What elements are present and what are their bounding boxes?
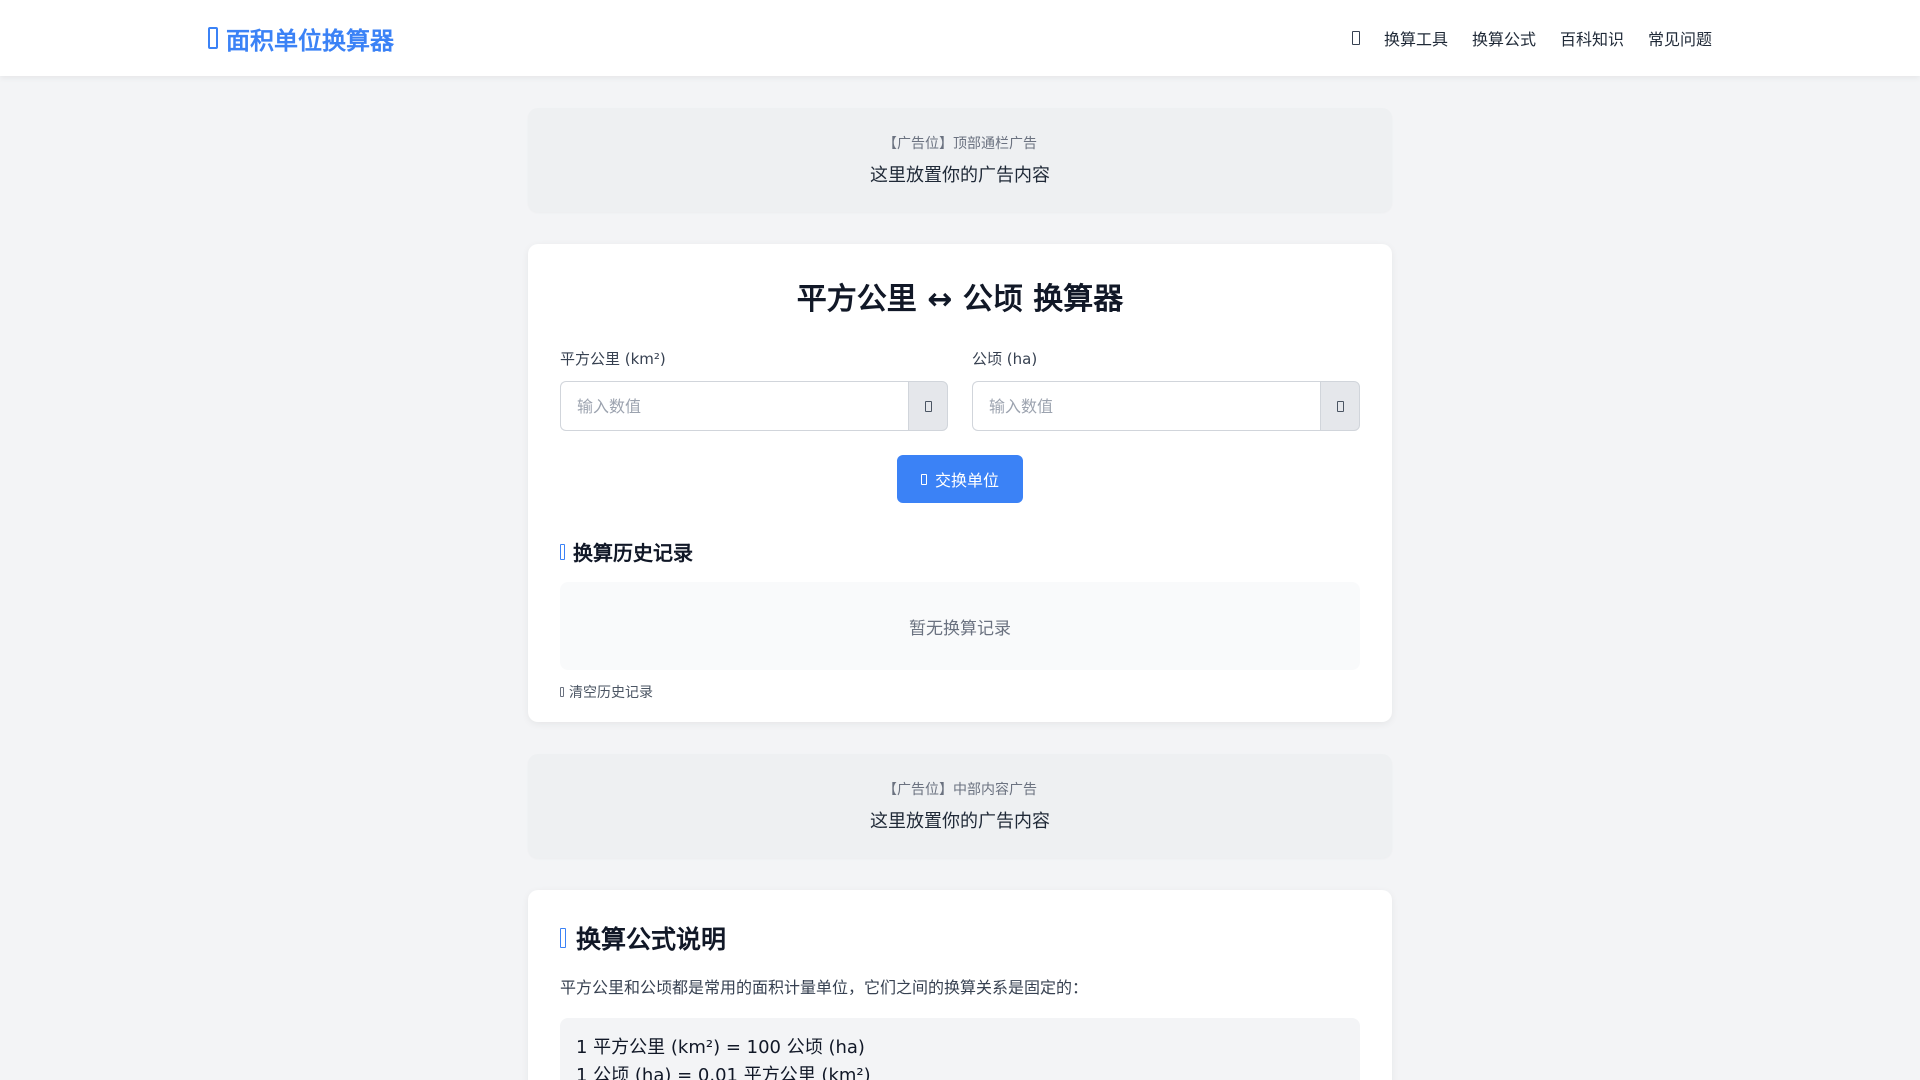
clear-history-label: 清空历史记录 xyxy=(569,685,653,701)
ha-copy-button[interactable] xyxy=(1320,381,1360,431)
km2-label: 平方公里 (km²) xyxy=(560,350,666,368)
menu-icon[interactable] xyxy=(1351,31,1360,45)
km2-field-group: 平方公里 (km²) xyxy=(560,348,948,431)
copy-icon xyxy=(1336,400,1344,412)
brand-title: 面积单位换算器 xyxy=(226,26,394,55)
swap-row: 交换单位 xyxy=(560,455,1360,503)
formula-box: 1 平方公里 (km²) = 100 公顷 (ha) 1 公顷 (ha) = 0… xyxy=(560,1018,1360,1080)
formula-line-1: 1 平方公里 (km²) = 100 公顷 (ha) xyxy=(576,1037,865,1058)
km2-copy-button[interactable] xyxy=(908,381,948,431)
top-ad-container: 【广告位】顶部通栏广告 这里放置你的广告内容 xyxy=(528,108,1392,212)
nav-faq[interactable]: 常见问题 xyxy=(1648,26,1712,50)
km2-input-wrap xyxy=(560,381,948,431)
top-ad[interactable]: 【广告位】顶部通栏广告 这里放置你的广告内容 xyxy=(528,108,1392,212)
trash-icon xyxy=(560,687,564,697)
ha-field-group: 公顷 (ha) xyxy=(972,348,1360,431)
calculator-icon xyxy=(208,27,218,49)
ha-label: 公顷 (ha) xyxy=(972,350,1038,368)
nav-tools[interactable]: 换算工具 xyxy=(1384,26,1448,50)
main-nav: 换算工具 换算公式 百科知识 常见问题 xyxy=(1351,22,1712,54)
top-ad-label: 【广告位】顶部通栏广告 xyxy=(883,136,1037,152)
km2-input[interactable] xyxy=(560,381,908,431)
middle-ad-label: 【广告位】中部内容广告 xyxy=(883,782,1037,798)
history-title: 换算历史记录 xyxy=(573,541,693,565)
converter-fields: 平方公里 (km²) 公顷 (ha) xyxy=(560,348,1360,431)
converter-container: 平方公里 ↔ 公顷 换算器 平方公里 (km²) 公顷 (ha) xyxy=(528,244,1392,722)
clear-history-button[interactable]: 清空历史记录 xyxy=(560,682,1360,702)
swap-units-button[interactable]: 交换单位 xyxy=(896,455,1023,503)
formula-line-2: 1 公顷 (ha) = 0.01 平方公里 (km²) xyxy=(576,1065,871,1080)
converter-card: 平方公里 ↔ 公顷 换算器 平方公里 (km²) 公顷 (ha) xyxy=(528,244,1392,722)
history-empty-text: 暂无换算记录 xyxy=(909,618,1011,639)
formula-card: 换算公式说明 平方公里和公顷都是常用的面积计量单位，它们之间的换算关系是固定的：… xyxy=(528,890,1392,1080)
middle-ad-content: 这里放置你的广告内容 xyxy=(870,811,1050,832)
history-heading: 换算历史记录 xyxy=(560,537,1360,566)
brand-logo[interactable]: 面积单位换算器 xyxy=(208,20,394,56)
swap-units-label: 交换单位 xyxy=(934,471,999,490)
middle-ad-container: 【广告位】中部内容广告 这里放置你的广告内容 xyxy=(528,754,1392,858)
formula-intro: 平方公里和公顷都是常用的面积计量单位，它们之间的换算关系是固定的： xyxy=(560,978,1089,997)
top-ad-content: 这里放置你的广告内容 xyxy=(870,165,1050,186)
formula-title: 换算公式说明 xyxy=(576,925,727,954)
formula-icon xyxy=(560,928,566,948)
history-list: 暂无换算记录 xyxy=(560,582,1360,670)
swap-icon xyxy=(920,473,927,485)
nav-formula[interactable]: 换算公式 xyxy=(1472,26,1536,50)
copy-icon xyxy=(924,400,932,412)
nav-wiki[interactable]: 百科知识 xyxy=(1560,26,1624,50)
converter-title: 平方公里 ↔ 公顷 换算器 xyxy=(796,282,1124,317)
ha-input[interactable] xyxy=(972,381,1320,431)
ha-input-wrap xyxy=(972,381,1360,431)
formula-container: 换算公式说明 平方公里和公顷都是常用的面积计量单位，它们之间的换算关系是固定的：… xyxy=(528,890,1392,1080)
top-navbar: 面积单位换算器 换算工具 换算公式 百科知识 常见问题 xyxy=(0,0,1920,76)
history-icon xyxy=(560,543,565,560)
middle-ad[interactable]: 【广告位】中部内容广告 这里放置你的广告内容 xyxy=(528,754,1392,858)
formula-heading: 换算公式说明 xyxy=(560,920,1360,956)
